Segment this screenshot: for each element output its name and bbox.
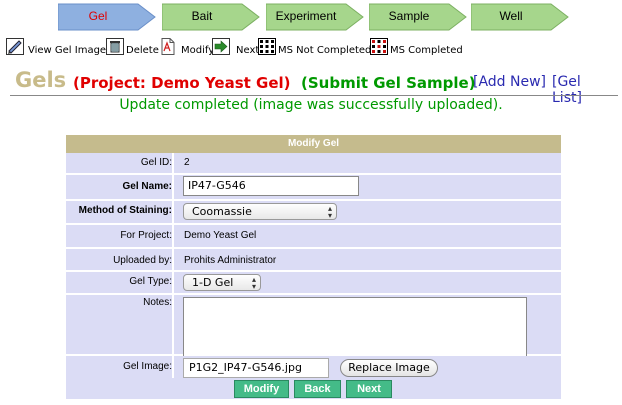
view-gel-image-icon	[6, 38, 24, 55]
modify-item[interactable]: Modify	[159, 38, 214, 58]
select-arrows-icon: ▴ ▾	[327, 204, 332, 220]
back-button[interactable]: Back	[294, 380, 341, 398]
uploaded-value: Prohits Administrator	[184, 255, 277, 266]
workflow-step-gel[interactable]: Gel	[58, 2, 156, 32]
modify-button[interactable]: Modify	[234, 380, 289, 398]
modify-label: Modify	[181, 45, 215, 56]
view-gel-image-label: View Gel Image	[28, 45, 107, 56]
project-title: (Project: Demo Yeast Gel)	[73, 74, 291, 92]
gel-type-select[interactable]: 1-D Gel ▴ ▾	[183, 274, 261, 291]
trash-icon	[106, 38, 124, 55]
gel-type-row: Gel Type: 1-D Gel ▴ ▾	[66, 272, 561, 293]
method-selected: Coomassie	[192, 205, 252, 218]
delete-label: Delete	[126, 45, 159, 56]
submit-gel-sample-link[interactable]: (Submit Gel Sample)	[301, 74, 476, 92]
page-header: Gels (Project: Demo Yeast Gel) (Submit G…	[15, 68, 615, 106]
workflow-step-label: Bait	[191, 9, 213, 23]
gel-id-row: Gel ID: 2	[66, 153, 561, 173]
notes-row: Notes:	[66, 295, 561, 370]
method-label: Method of Staining:	[78, 205, 172, 216]
next-button[interactable]: Next	[346, 380, 392, 398]
method-select[interactable]: Coomassie ▴ ▾	[183, 203, 337, 220]
ms-completed-label: MS Completed	[390, 45, 463, 56]
page-title: Gels	[15, 68, 67, 92]
view-gel-image-item[interactable]: View Gel Image	[6, 38, 106, 58]
gel-image-row: Gel Image: P1G2_IP47-G546.jpg Replace Im…	[66, 356, 561, 378]
document-edit-icon	[161, 38, 175, 55]
select-arrows-icon: ▴ ▾	[251, 275, 256, 291]
gel-image-filename: P1G2_IP47-G546.jpg	[183, 358, 329, 378]
workflow-step-sample[interactable]: Sample	[369, 2, 467, 32]
grid-completed-icon	[370, 38, 388, 55]
add-new-link[interactable]: [Add New]	[473, 74, 546, 90]
method-row: Method of Staining: Coomassie ▴ ▾	[66, 201, 561, 223]
workflow-step-label: Well	[499, 9, 523, 23]
grid-not-completed-icon	[258, 38, 276, 55]
workflow-step-label: Gel	[88, 9, 108, 23]
ms-completed-item: MS Completed	[370, 38, 470, 58]
arrow-right-icon	[212, 38, 230, 55]
notes-label: Notes:	[143, 297, 172, 308]
gel-id-label: Gel ID:	[140, 157, 172, 168]
workflow-step-label: Experiment	[275, 9, 337, 23]
gel-id-value: 2	[184, 157, 190, 168]
gel-name-label: Gel Name:	[122, 181, 172, 192]
workflow-step-label: Sample	[388, 9, 430, 23]
uploaded-row: Uploaded by: Prohits Administrator	[66, 249, 561, 270]
form-actions: Modify Back Next	[66, 378, 561, 399]
workflow-step-well[interactable]: Well	[471, 2, 569, 32]
gel-type-label: Gel Type:	[129, 276, 172, 287]
uploaded-label: Uploaded by:	[113, 255, 172, 266]
project-row: For Project: Demo Yeast Gel	[66, 225, 561, 247]
form-heading: Modify Gel	[66, 135, 561, 153]
delete-item[interactable]: Delete	[106, 38, 161, 58]
project-label: For Project:	[120, 230, 172, 241]
next-item[interactable]: Next	[212, 38, 260, 58]
workflow-step-bait[interactable]: Bait	[162, 2, 260, 32]
project-value: Demo Yeast Gel	[184, 230, 257, 241]
replace-image-button[interactable]: Replace Image	[340, 359, 438, 377]
gel-image-label: Gel Image:	[123, 361, 172, 372]
modify-gel-form: Modify Gel Gel ID: 2 Gel Name: IP47-G546…	[66, 135, 561, 399]
ms-not-completed-item: MS Not Completed	[258, 38, 372, 58]
workflow-step-experiment[interactable]: Experiment	[266, 2, 364, 32]
header-divider	[10, 95, 618, 96]
gel-name-row: Gel Name: IP47-G546	[66, 175, 561, 199]
status-message: Update completed (image was successfully…	[119, 97, 503, 113]
next-label: Next	[236, 45, 260, 56]
ms-not-completed-label: MS Not Completed	[278, 45, 372, 56]
gel-name-input[interactable]: IP47-G546	[183, 176, 359, 196]
gel-type-selected: 1-D Gel	[192, 276, 234, 289]
